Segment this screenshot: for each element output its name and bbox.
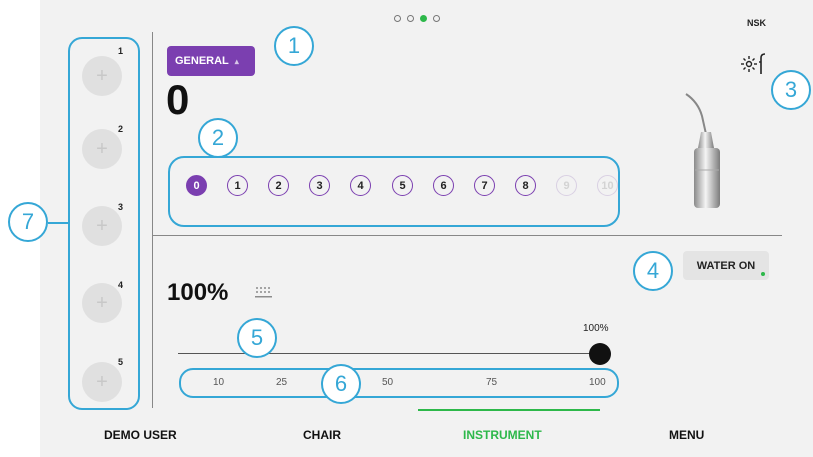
water-slider-track[interactable] [178, 353, 600, 354]
power-level-8[interactable]: 8 [515, 175, 536, 196]
slider-value-label: 100% [583, 323, 609, 334]
callout-7: 7 [8, 202, 48, 242]
preset-button-1[interactable]: + [82, 56, 122, 96]
horizontal-divider [152, 235, 782, 236]
add-icon: + [96, 64, 108, 87]
callout-5: 5 [237, 318, 277, 358]
add-icon: + [96, 214, 108, 237]
nav-chair[interactable]: CHAIR [303, 428, 341, 442]
preset-button-4[interactable]: + [82, 283, 122, 323]
callout-leader-line [48, 222, 68, 224]
page-dot[interactable] [394, 15, 401, 22]
mode-label: GENERAL [175, 55, 229, 67]
handpiece-image [685, 93, 720, 208]
vertical-divider [152, 32, 153, 408]
add-icon: + [96, 370, 108, 393]
power-level-2[interactable]: 2 [268, 175, 289, 196]
page-indicator [394, 15, 440, 22]
slider-scale-highlight [179, 368, 619, 398]
callout-6: 6 [321, 364, 361, 404]
power-level-9[interactable]: 9 [556, 175, 577, 196]
power-level-3[interactable]: 3 [309, 175, 330, 196]
scale-tick: 75 [486, 377, 498, 388]
power-level-6[interactable]: 6 [433, 175, 454, 196]
power-level-5[interactable]: 5 [392, 175, 413, 196]
page-dot[interactable] [433, 15, 440, 22]
callout-2: 2 [198, 118, 238, 158]
scale-tick: 100 [589, 377, 606, 388]
power-level-7[interactable]: 7 [474, 175, 495, 196]
callout-4: 4 [633, 251, 673, 291]
nav-instrument[interactable]: INSTRUMENT [463, 428, 542, 442]
nav-active-indicator [418, 409, 600, 411]
scale-tick: 25 [276, 377, 288, 388]
power-level-0[interactable]: 0 [186, 175, 207, 196]
page-dot[interactable] [407, 15, 414, 22]
water-toggle-label: WATER ON [696, 259, 756, 272]
preset-number: 2 [118, 124, 124, 134]
preset-button-3[interactable]: + [82, 206, 122, 246]
add-icon: + [96, 137, 108, 160]
updown-chevron-icon: ▴︎ [234, 56, 239, 66]
scale-tick: 50 [382, 377, 394, 388]
callout-3: 3 [771, 70, 811, 110]
preset-button-5[interactable]: + [82, 362, 122, 402]
water-drops-icon [255, 287, 272, 298]
nav-menu[interactable]: MENU [669, 428, 704, 442]
power-value: 0 [166, 76, 190, 123]
preset-button-2[interactable]: + [82, 129, 122, 169]
mode-dropdown[interactable]: GENERAL ▴︎ [167, 46, 255, 76]
water-status-indicator [761, 272, 765, 276]
preset-number: 4 [118, 280, 124, 290]
light-tip-icon[interactable] [740, 52, 770, 76]
preset-number: 5 [118, 357, 124, 367]
water-flow-value: 100% [167, 279, 229, 306]
add-icon: + [96, 291, 108, 314]
power-level-4[interactable]: 4 [350, 175, 371, 196]
callout-1: 1 [274, 26, 314, 66]
preset-number: 3 [118, 202, 124, 212]
power-level-10[interactable]: 10 [597, 175, 618, 196]
nav-demo-user[interactable]: DEMO USER [104, 428, 177, 442]
brand-label: NSK [747, 18, 767, 28]
preset-number: 1 [118, 46, 124, 56]
scale-tick: 10 [213, 377, 225, 388]
water-toggle-button[interactable]: WATER ON [683, 251, 769, 280]
page-dot-active[interactable] [420, 15, 427, 22]
water-slider-thumb[interactable] [589, 343, 611, 365]
power-level-1[interactable]: 1 [227, 175, 248, 196]
